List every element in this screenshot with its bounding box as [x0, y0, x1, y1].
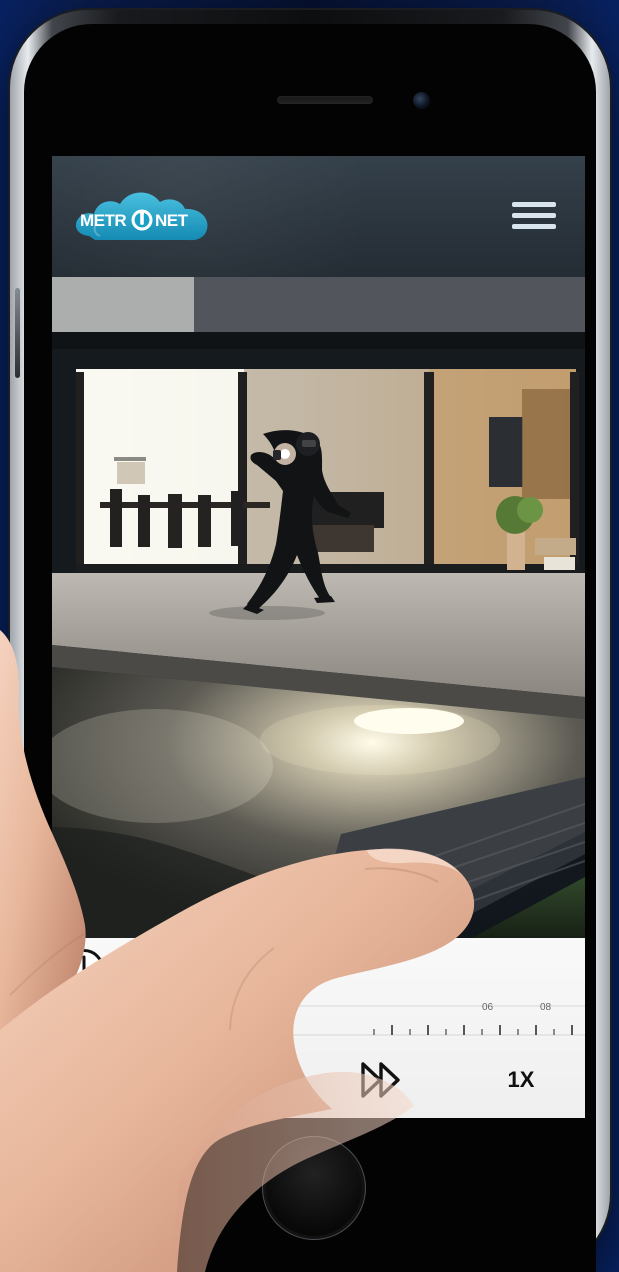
side-volume-button	[15, 288, 20, 378]
clock-icon	[64, 949, 104, 989]
phone-speaker	[277, 96, 373, 104]
front-camera	[413, 92, 430, 109]
app-screen: METR NET 1 06 08 1X	[52, 156, 585, 1118]
timeline-scrubber[interactable]: 1 06 08	[52, 998, 585, 1046]
timeline-ruler	[52, 1005, 585, 1036]
fast-forward-button[interactable]	[360, 1061, 406, 1099]
clock-button[interactable]	[63, 948, 105, 990]
home-button[interactable]	[266, 1140, 362, 1236]
timeline-label-06: 06	[482, 1002, 494, 1013]
menu-button[interactable]	[512, 198, 556, 234]
app-header: METR NET	[52, 156, 585, 277]
metronet-logo[interactable]: METR NET	[72, 178, 218, 252]
playback-controls: 1 06 08 1X	[52, 938, 585, 1118]
playback-speed[interactable]: 1X	[500, 1063, 542, 1097]
fast-forward-icon	[361, 1062, 400, 1098]
svg-text:NET: NET	[155, 211, 189, 230]
menu-icon	[512, 202, 556, 207]
svg-text:METR: METR	[80, 211, 126, 230]
timeline-label-08: 08	[540, 1002, 552, 1013]
security-camera-video-feed[interactable]	[52, 277, 585, 938]
phone-mockup-stage: METR NET 1 06 08 1X	[0, 0, 619, 1272]
timeline-left-label: 1	[62, 1002, 68, 1013]
